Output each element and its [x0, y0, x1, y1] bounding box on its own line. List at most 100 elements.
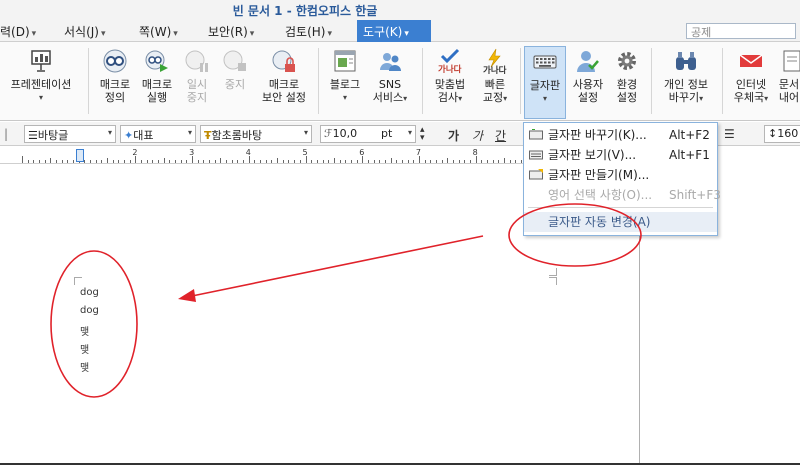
ruler-tick	[509, 160, 511, 163]
menu-input[interactable]: 력(D) ▾	[0, 23, 36, 40]
ruler-tick	[186, 160, 188, 163]
privacy-button[interactable]: 개인 정보 바꾸기▾	[657, 48, 715, 105]
env-settings-button[interactable]: 환경 설정	[610, 48, 644, 104]
ribbon-separator	[651, 48, 652, 114]
ruler-number: 7	[415, 148, 421, 157]
menu-item-english-options[interactable]: 영어 선택 사항(O)... Shift+F3	[524, 185, 721, 205]
indent-marker[interactable]	[76, 149, 84, 162]
ruler-tick	[175, 160, 177, 163]
macro-stop-button[interactable]: 중지	[218, 48, 252, 91]
margin-corner-top-left	[74, 277, 82, 285]
presentation-button[interactable]: 프레젠테이션 ▾	[6, 48, 76, 104]
menu-item-view-keyboard[interactable]: 글자판 보기(V)... Alt+F1	[524, 145, 717, 165]
align-justify-icon[interactable]: ☰	[724, 127, 735, 141]
underline-button[interactable]: 간	[495, 127, 506, 144]
ruler-tick	[271, 160, 273, 163]
search-input[interactable]: 공제	[686, 23, 796, 39]
ruler-tick	[373, 160, 375, 163]
macro-define-button[interactable]: 매크로 정의	[96, 48, 134, 104]
line-spacing-select[interactable]: ↕160	[764, 125, 800, 143]
ruler-tick	[424, 160, 426, 163]
ruler-tick	[407, 160, 409, 163]
keyboard-create-icon	[529, 169, 543, 180]
ruler-tick	[515, 160, 517, 163]
ruler-tick	[254, 160, 256, 163]
ruler-tick	[73, 160, 75, 163]
user-settings-button[interactable]: 사용자 설정	[568, 48, 608, 104]
spellcheck-button[interactable]: 가나다 맞춤법 검사▾	[428, 48, 472, 105]
menu-item-auto-change[interactable]: 글자판 자동 변경(A)	[524, 212, 717, 232]
blog-icon	[334, 50, 356, 72]
ruler-tick	[384, 160, 386, 163]
ruler-tick	[22, 156, 23, 163]
ruler-tick	[101, 160, 103, 163]
ruler-number: 2	[132, 148, 138, 157]
quick-correct-button[interactable]: 가나다 빠른 교정▾	[474, 48, 516, 105]
title-bar: 빈 문서 1 - 한컴오피스 한글	[0, 0, 800, 20]
ruler-tick	[260, 160, 262, 163]
ruler-tick	[203, 160, 205, 163]
margin-corner-top-right	[549, 277, 557, 285]
macro-security-button[interactable]: 매크로 보안 설정	[256, 48, 312, 104]
ruler-tick	[112, 160, 114, 163]
menu-tools[interactable]: 도구(K) ▾	[357, 20, 431, 42]
ruler-tick	[129, 160, 131, 163]
menu-separator	[528, 207, 713, 208]
ruler-tick	[430, 160, 432, 163]
bold-button[interactable]: 가	[448, 127, 459, 144]
menu-security[interactable]: 보안(R) ▾	[208, 23, 254, 40]
ruler-tick	[486, 160, 488, 163]
ruler-tick	[146, 160, 148, 163]
ruler-tick	[328, 160, 330, 163]
ruler-tick	[214, 160, 216, 163]
ruler-tick	[452, 160, 454, 163]
internet-post-button[interactable]: 인터넷 우체국▾	[728, 48, 774, 105]
font-size-select[interactable]: ℱ10,0 pt ▾	[320, 125, 416, 143]
language-select[interactable]: ✦대표 ▾	[120, 125, 196, 143]
ruler-tick	[50, 158, 52, 163]
ruler-tick	[435, 160, 437, 163]
svg-text:가나다: 가나다	[438, 64, 462, 74]
font-size-stepper[interactable]: ▴ ▾	[420, 126, 425, 143]
style-icon: ☰	[28, 129, 38, 142]
ruler-tick	[209, 160, 211, 163]
macro-run-button[interactable]: 매크로 실행	[138, 48, 176, 104]
ruler-tick	[135, 156, 137, 163]
ruler-tick	[339, 160, 341, 163]
ruler-tick	[464, 160, 466, 163]
keyboard-layout-button[interactable]: 글자판 ▾	[524, 46, 566, 119]
macro-pause-button[interactable]: 일시 중지	[180, 48, 214, 104]
style-select[interactable]: ☰바탕글 ▾	[24, 125, 116, 143]
ruler-tick	[61, 160, 63, 163]
ruler-tick	[33, 160, 35, 163]
gear-icon	[618, 52, 636, 70]
sns-service-button[interactable]: SNS 서비스▾	[368, 48, 412, 105]
doc-export-button[interactable]: 문서 내어	[778, 48, 800, 104]
ruler-tick	[192, 156, 194, 163]
ruler-tick	[350, 160, 352, 163]
ruler-tick	[401, 160, 403, 163]
toolbar-grip: |	[4, 127, 9, 141]
macro-record-icon	[103, 49, 127, 73]
menu-item-create-keyboard[interactable]: 글자판 만들기(M)...	[524, 165, 717, 185]
ruler-tick	[362, 156, 364, 163]
ruler-number: 3	[189, 148, 195, 157]
macro-play-icon	[145, 50, 168, 72]
font-select[interactable]: Ŧ함초롬바탕 ▾	[200, 125, 312, 143]
doc-line: dog	[80, 287, 99, 298]
italic-button[interactable]: 가	[472, 127, 483, 144]
ruler-tick	[67, 160, 69, 163]
ribbon-toolbar: 프레젠테이션 ▾ 매크로 정의 매크로 실행 일시 중지 중지 매크로 보안 설…	[0, 42, 800, 121]
presentation-icon	[31, 50, 51, 72]
font-icon: Ŧ	[204, 129, 212, 142]
ruler-tick	[288, 160, 290, 163]
menu-review[interactable]: 검토(H) ▾	[285, 23, 332, 40]
menu-item-switch-keyboard[interactable]: 글자판 바꾸기(K)... Alt+F2	[524, 125, 717, 145]
menu-format[interactable]: 서식(J) ▾	[64, 23, 106, 40]
menu-page[interactable]: 쪽(W) ▾	[139, 23, 178, 40]
doc-line: 맺	[80, 345, 90, 356]
ruler-tick	[458, 160, 460, 163]
ruler-tick	[294, 160, 296, 163]
blog-button[interactable]: 블로그 ▾	[325, 48, 365, 104]
user-check-icon	[577, 51, 599, 72]
